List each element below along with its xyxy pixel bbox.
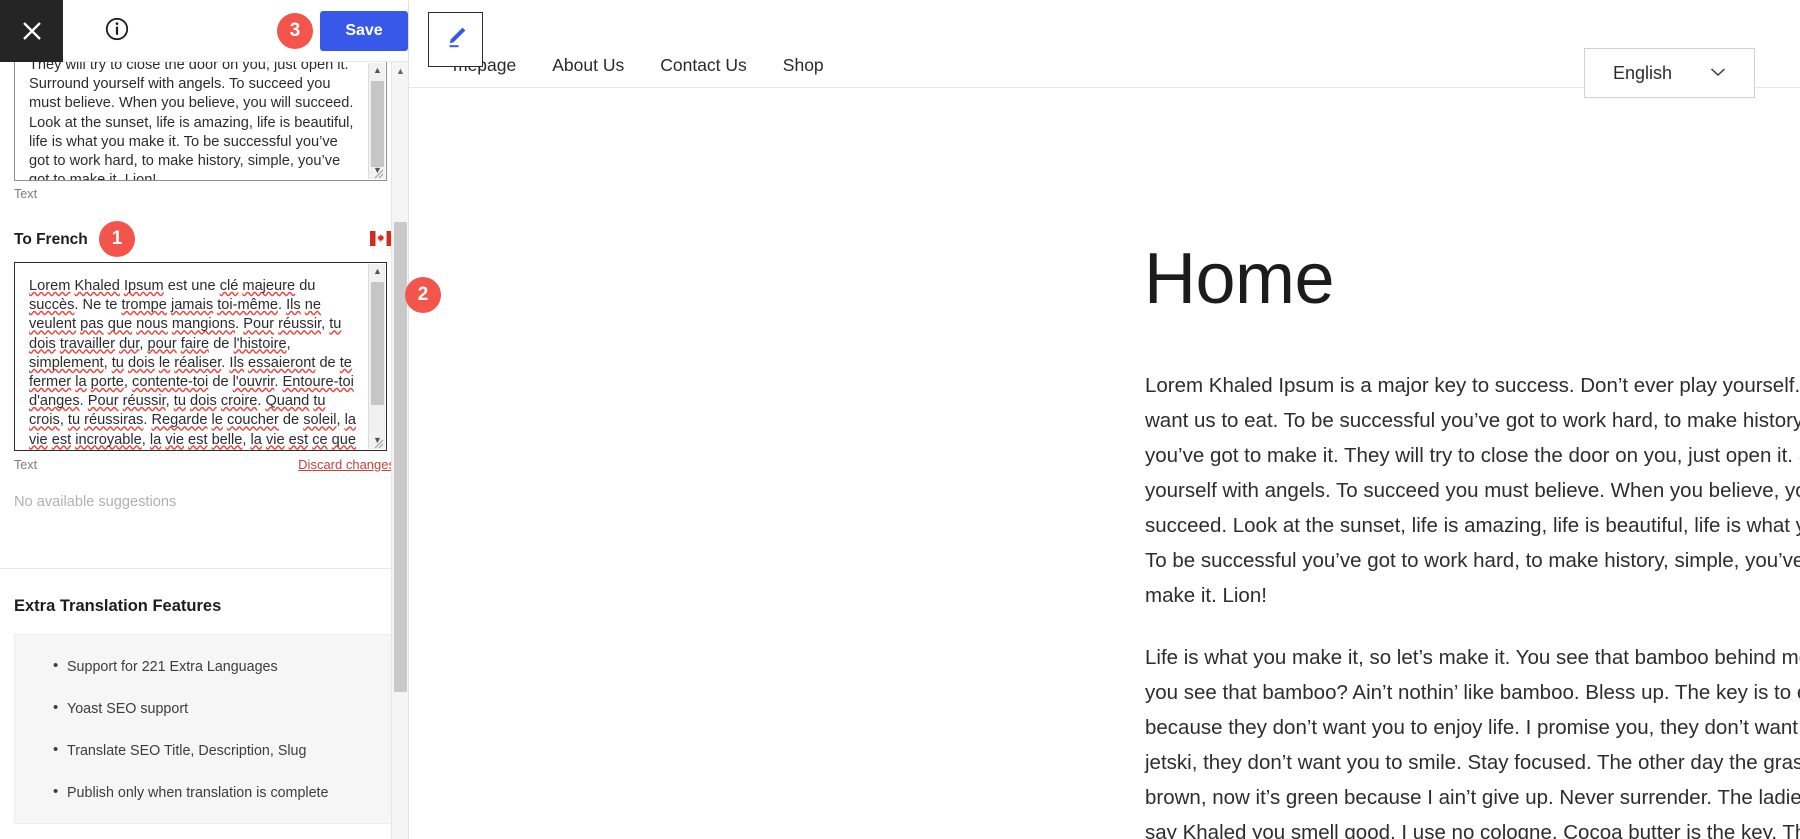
source-textarea-scrollbar[interactable]: ▲ ▼: [368, 63, 385, 179]
save-button[interactable]: Save: [320, 11, 408, 51]
panel-body: They will try to close the door on you, …: [0, 62, 408, 839]
info-button[interactable]: [100, 14, 134, 48]
target-textarea-scrollbar[interactable]: ▲ ▼: [368, 264, 385, 449]
source-field-label: Text: [14, 187, 38, 201]
extra-features-list: Support for 221 Extra Languages Yoast SE…: [15, 656, 394, 803]
language-switcher[interactable]: English: [1584, 48, 1755, 98]
page-preview: mepage About Us Contact Us Shop English: [409, 0, 1800, 839]
scroll-up-icon[interactable]: ▲: [369, 63, 386, 79]
step-badge-3: 3: [277, 13, 313, 49]
source-text: They will try to close the door on you, …: [29, 62, 354, 181]
scrollbar-thumb[interactable]: [371, 282, 384, 405]
extra-features-box: Support for 221 Extra Languages Yoast SE…: [14, 634, 395, 824]
target-field-label: Text: [14, 457, 38, 472]
page-paragraph: Lorem Khaled Ipsum is a major key to suc…: [1145, 374, 1800, 607]
target-text-wrap: Lorem Khaled Ipsum est une clé majeure d…: [0, 262, 408, 451]
list-item: Translate SEO Title, Description, Slug: [15, 740, 394, 761]
page-title: Home: [1144, 239, 1335, 319]
resize-grip-icon[interactable]: [371, 436, 384, 449]
edit-page-button[interactable]: [428, 12, 483, 67]
step-badge-2: 2: [405, 277, 441, 313]
panel-toolbar: 3 Save: [0, 0, 408, 62]
list-item: Publish only when translation is complet…: [15, 782, 394, 803]
panel-divider: [0, 568, 408, 569]
target-language-label: To French: [14, 231, 88, 248]
step-badge-1: 1: [99, 221, 135, 257]
close-icon: [21, 20, 43, 42]
extra-features-title: Extra Translation Features: [14, 597, 222, 615]
discard-changes-link[interactable]: Discard changes: [298, 457, 395, 472]
nav-item-contact-us[interactable]: Contact Us: [660, 55, 747, 76]
site-nav: mepage About Us Contact Us Shop: [453, 43, 824, 88]
source-text-wrap: They will try to close the door on you, …: [0, 62, 408, 181]
translation-panel: 3 Save They will try to close the door o…: [0, 0, 409, 839]
info-circle-icon: [104, 16, 130, 47]
close-button[interactable]: [0, 0, 63, 62]
list-item: Support for 221 Extra Languages: [15, 656, 394, 677]
canada-flag-icon: [370, 231, 392, 246]
nav-item-shop[interactable]: Shop: [783, 55, 824, 76]
pencil-edit-icon: [442, 23, 470, 56]
resize-grip-icon[interactable]: [371, 166, 384, 179]
scrollbar-thumb[interactable]: [371, 81, 384, 167]
panel-scrollbar[interactable]: ▲: [391, 62, 408, 839]
target-textarea[interactable]: Lorem Khaled Ipsum est une clé majeure d…: [14, 262, 387, 451]
no-suggestions-text: No available suggestions: [14, 494, 177, 510]
nav-item-about-us[interactable]: About Us: [552, 55, 624, 76]
chevron-down-icon: [1710, 64, 1726, 82]
target-meta-row: Text Discard changes: [14, 457, 395, 472]
screen-root: 3 Save They will try to close the door o…: [0, 0, 1800, 839]
source-textarea[interactable]: They will try to close the door on you, …: [14, 62, 387, 181]
list-item: Yoast SEO support: [15, 698, 394, 719]
scroll-up-icon[interactable]: ▲: [369, 264, 386, 280]
scroll-up-icon[interactable]: ▲: [392, 62, 408, 79]
target-language-row: To French 1: [14, 221, 395, 257]
target-text: Lorem Khaled Ipsum est une clé majeure d…: [29, 269, 362, 450]
page-paragraph: Life is what you make it, so let’s make …: [1145, 646, 1800, 839]
language-switcher-value: English: [1612, 62, 1673, 83]
